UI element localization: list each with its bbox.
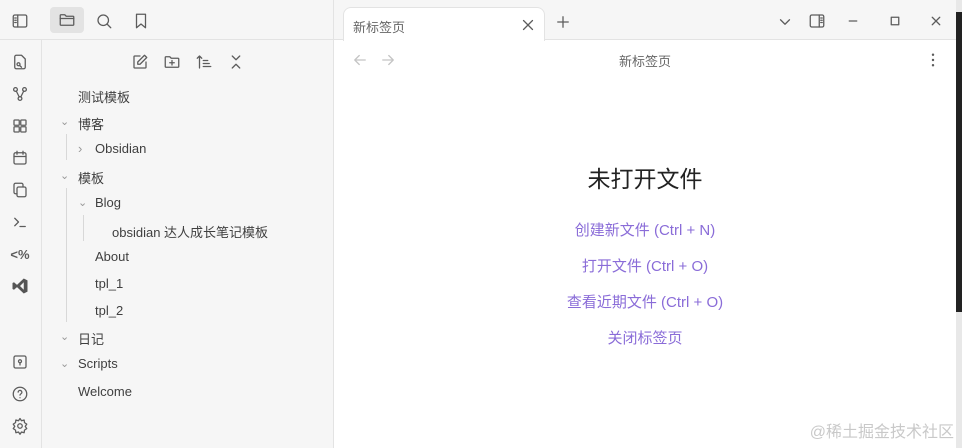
tree-folder[interactable]: Blog — [95, 195, 121, 210]
sidebar-header — [0, 0, 334, 40]
tree-folder[interactable]: 日记 — [78, 329, 104, 348]
indent-guide — [66, 134, 67, 160]
background-edge — [956, 0, 962, 448]
more-options-icon[interactable] — [923, 50, 943, 70]
tree-file[interactable]: About — [95, 249, 129, 264]
tree-file[interactable]: obsidian 达人成长笔记模板 — [112, 222, 268, 241]
chevron-down-icon[interactable]: ⌄ — [60, 115, 69, 128]
tree-file[interactable]: tpl_1 — [95, 276, 123, 291]
empty-state-title: 未打开文件 — [587, 166, 703, 192]
right-sidebar-toggle-icon[interactable] — [806, 10, 828, 32]
search-icon[interactable] — [92, 9, 116, 33]
chevron-down-icon[interactable] — [774, 11, 796, 33]
sort-icon[interactable] — [192, 51, 216, 73]
vault-switcher-icon[interactable] — [8, 350, 32, 374]
new-tab-icon[interactable] — [552, 11, 574, 33]
chevron-down-icon[interactable]: ⌄ — [60, 357, 69, 370]
tab-bar: 新标签页 — [334, 0, 956, 41]
tree-folder[interactable]: Obsidian — [95, 141, 146, 156]
window-close-icon[interactable] — [925, 10, 947, 32]
close-icon[interactable] — [518, 15, 538, 35]
watermark: @稀土掘金技术社区 — [809, 424, 954, 441]
tree-file[interactable]: tpl_2 — [95, 303, 123, 318]
calendar-icon[interactable] — [8, 146, 32, 170]
settings-icon[interactable] — [8, 414, 32, 438]
new-note-icon[interactable] — [128, 51, 152, 73]
vscode-icon[interactable] — [8, 274, 32, 298]
indent-guide — [83, 215, 84, 241]
terminal-icon[interactable] — [8, 210, 32, 234]
sidebar-toggle-icon[interactable] — [8, 10, 32, 32]
indent-guide — [66, 188, 67, 322]
graph-view-icon[interactable] — [8, 82, 32, 106]
folder-icon — [59, 14, 75, 26]
recent-files-link[interactable]: 查看近期文件 (Ctrl + O) — [334, 291, 956, 312]
collapse-all-icon[interactable] — [224, 51, 248, 73]
tree-file[interactable]: Welcome — [78, 384, 132, 399]
ribbon: <% — [0, 40, 42, 448]
tab-title: 新标签页 — [353, 20, 406, 35]
templater-icon[interactable]: <% — [8, 242, 32, 266]
file-explorer-tab[interactable] — [50, 7, 84, 33]
chevron-down-icon[interactable]: ⌄ — [60, 330, 69, 343]
bookmark-icon[interactable] — [129, 9, 153, 33]
tab-new-tab[interactable]: 新标签页 — [343, 7, 545, 41]
minimize-icon[interactable] — [842, 10, 864, 32]
tree-folder[interactable]: 模板 — [78, 168, 104, 187]
file-explorer: 测试模板 ⌄ 博客 › Obsidian ⌄ 模板 ⌄ Blog obsidia… — [42, 40, 334, 448]
tree-folder[interactable]: 博客 — [78, 114, 104, 133]
view-title: 新标签页 — [618, 54, 671, 69]
tree-file[interactable]: 测试模板 — [78, 87, 130, 106]
copy-icon[interactable] — [8, 178, 32, 202]
new-folder-icon[interactable] — [160, 51, 184, 73]
chevron-right-icon[interactable]: › — [78, 141, 82, 156]
close-tab-link[interactable]: 关闭标签页 — [334, 327, 956, 348]
tree-folder[interactable]: Scripts — [78, 356, 118, 371]
create-new-file-link[interactable]: 创建新文件 (Ctrl + N) — [334, 219, 956, 240]
quick-switcher-icon[interactable] — [8, 50, 32, 74]
chevron-down-icon[interactable]: ⌄ — [78, 196, 87, 209]
open-file-link[interactable]: 打开文件 (Ctrl + O) — [334, 255, 956, 276]
canvas-icon[interactable] — [8, 114, 32, 138]
main-pane: 新标签页 新标签页 未打开文件 创建新文件 (Ctrl + N) 打开文件 (C… — [334, 0, 956, 448]
maximize-icon[interactable] — [884, 10, 906, 32]
chevron-down-icon[interactable]: ⌄ — [60, 169, 69, 182]
help-icon[interactable] — [8, 382, 32, 406]
